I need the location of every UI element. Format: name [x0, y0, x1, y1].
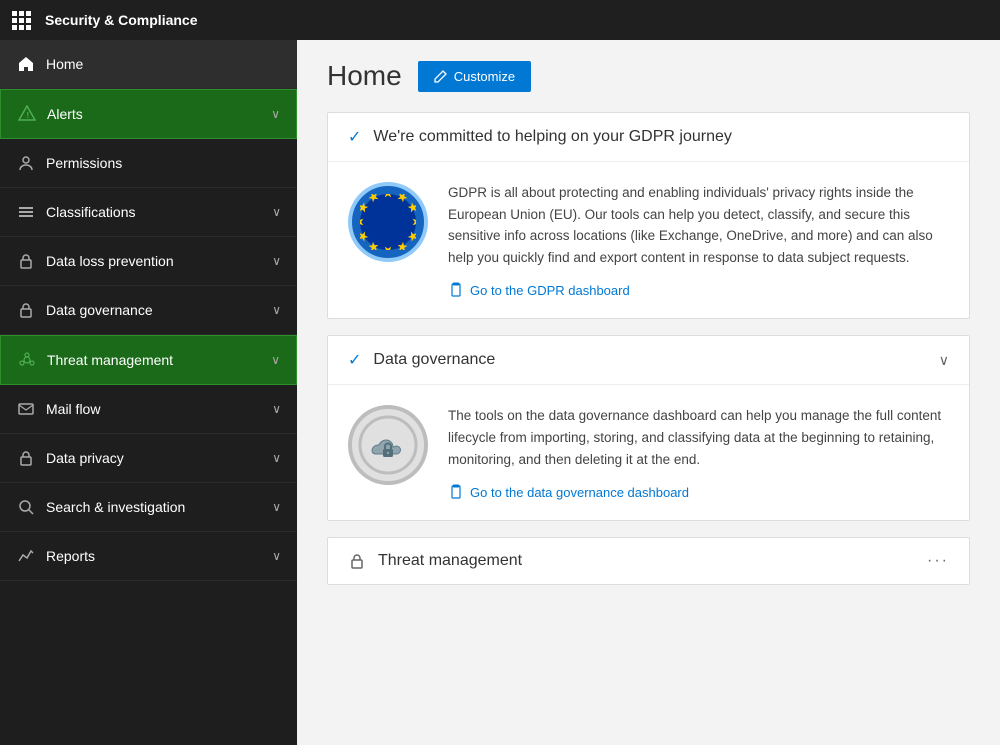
data-governance-card-header[interactable]: ✓ Data governance ∨ [328, 336, 969, 385]
mail-chevron-icon: ∨ [272, 402, 281, 416]
page-header: Home Customize [327, 60, 970, 92]
sidebar-item-search-label: Search & investigation [46, 499, 262, 515]
data-governance-body-col: The tools on the data governance dashboa… [448, 405, 949, 500]
mail-icon [16, 399, 36, 419]
sidebar-item-alerts-label: Alerts [47, 106, 261, 122]
edit-icon [434, 69, 448, 83]
sidebar-item-dlp-label: Data loss prevention [46, 253, 262, 269]
sidebar-item-data-privacy[interactable]: Data privacy ∨ [0, 434, 297, 483]
threat-management-card-header[interactable]: Threat management ··· [328, 538, 969, 584]
sidebar-item-mail-label: Mail flow [46, 401, 262, 417]
sidebar-item-data-governance[interactable]: Data governance ∨ [0, 286, 297, 335]
customize-button[interactable]: Customize [418, 61, 531, 92]
gdpr-card-body: GDPR is all about protecting and enablin… [328, 162, 969, 318]
sidebar: ‹ Home ! Alerts ∨ Permissions [0, 40, 297, 745]
sidebar-item-data-loss-prevention[interactable]: Data loss prevention ∨ [0, 237, 297, 286]
lock-gov-icon [16, 300, 36, 320]
alerts-chevron-icon: ∨ [271, 107, 280, 121]
sidebar-item-threat-management[interactable]: Threat management ∨ [0, 335, 297, 385]
main-content: Home Customize ✓ We're committed to help… [297, 40, 1000, 745]
svg-text:!: ! [27, 111, 30, 120]
home-icon [16, 54, 36, 74]
sidebar-item-permissions[interactable]: Permissions [0, 139, 297, 188]
sidebar-item-data-privacy-label: Data privacy [46, 450, 262, 466]
eu-stars-svg [360, 194, 416, 250]
sidebar-item-data-governance-label: Data governance [46, 302, 262, 318]
search-chevron-icon: ∨ [272, 500, 281, 514]
sidebar-item-reports[interactable]: Reports ∨ [0, 532, 297, 581]
eu-flag-icon [348, 182, 428, 262]
gdpr-dashboard-link[interactable]: Go to the GDPR dashboard [448, 282, 949, 298]
threat-management-card: Threat management ··· [327, 537, 970, 585]
page-title: Home [327, 60, 402, 92]
clipboard-icon [448, 282, 464, 298]
data-governance-chevron-icon: ∨ [939, 352, 949, 369]
gdpr-body-text: GDPR is all about protecting and enablin… [448, 182, 949, 268]
person-icon [16, 153, 36, 173]
bio-icon [17, 350, 37, 370]
gdpr-card: ✓ We're committed to helping on your GDP… [327, 112, 970, 319]
app-title: Security & Compliance [45, 12, 198, 28]
top-bar: Security & Compliance [0, 0, 1000, 40]
data-governance-chevron-icon: ∨ [272, 303, 281, 317]
sidebar-item-home[interactable]: Home [0, 40, 297, 89]
lock-dlp-icon [16, 251, 36, 271]
data-governance-dashboard-link[interactable]: Go to the data governance dashboard [448, 484, 949, 500]
reports-chevron-icon: ∨ [272, 549, 281, 563]
app-grid-icon[interactable] [12, 11, 31, 30]
sidebar-item-classifications[interactable]: Classifications ∨ [0, 188, 297, 237]
sidebar-item-home-label: Home [46, 56, 281, 72]
sidebar-item-classifications-label: Classifications [46, 204, 262, 220]
data-governance-card-title: Data governance [373, 351, 926, 369]
threat-management-options-icon[interactable]: ··· [927, 552, 949, 570]
dlp-chevron-icon: ∨ [272, 254, 281, 268]
sidebar-item-reports-label: Reports [46, 548, 262, 564]
reports-icon [16, 546, 36, 566]
main-layout: ‹ Home ! Alerts ∨ Permissions [0, 40, 1000, 745]
gdpr-body-col: GDPR is all about protecting and enablin… [448, 182, 949, 298]
sidebar-item-threat-label: Threat management [47, 352, 261, 368]
lock-threat-icon [348, 552, 366, 570]
gdpr-card-title: We're committed to helping on your GDPR … [373, 128, 949, 146]
cloud-lock-icon [348, 405, 428, 485]
gdpr-card-header[interactable]: ✓ We're committed to helping on your GDP… [328, 113, 969, 162]
sidebar-item-alerts[interactable]: ! Alerts ∨ [0, 89, 297, 139]
classifications-chevron-icon: ∨ [272, 205, 281, 219]
sidebar-item-search-investigation[interactable]: Search & investigation ∨ [0, 483, 297, 532]
threat-chevron-icon: ∨ [271, 353, 280, 367]
cloud-lock-svg [358, 415, 418, 475]
gdpr-check-icon: ✓ [348, 127, 361, 147]
lock-privacy-icon [16, 448, 36, 468]
sidebar-item-permissions-label: Permissions [46, 155, 281, 171]
data-governance-card-body: The tools on the data governance dashboa… [328, 385, 969, 520]
threat-management-card-title: Threat management [378, 552, 915, 570]
data-governance-body-text: The tools on the data governance dashboa… [448, 405, 949, 470]
data-privacy-chevron-icon: ∨ [272, 451, 281, 465]
alert-icon: ! [17, 104, 37, 124]
search-icon [16, 497, 36, 517]
list-icon [16, 202, 36, 222]
data-governance-card: ✓ Data governance ∨ [327, 335, 970, 521]
data-governance-check-icon: ✓ [348, 350, 361, 370]
clipboard-gov-icon [448, 484, 464, 500]
sidebar-item-mail-flow[interactable]: Mail flow ∨ [0, 385, 297, 434]
